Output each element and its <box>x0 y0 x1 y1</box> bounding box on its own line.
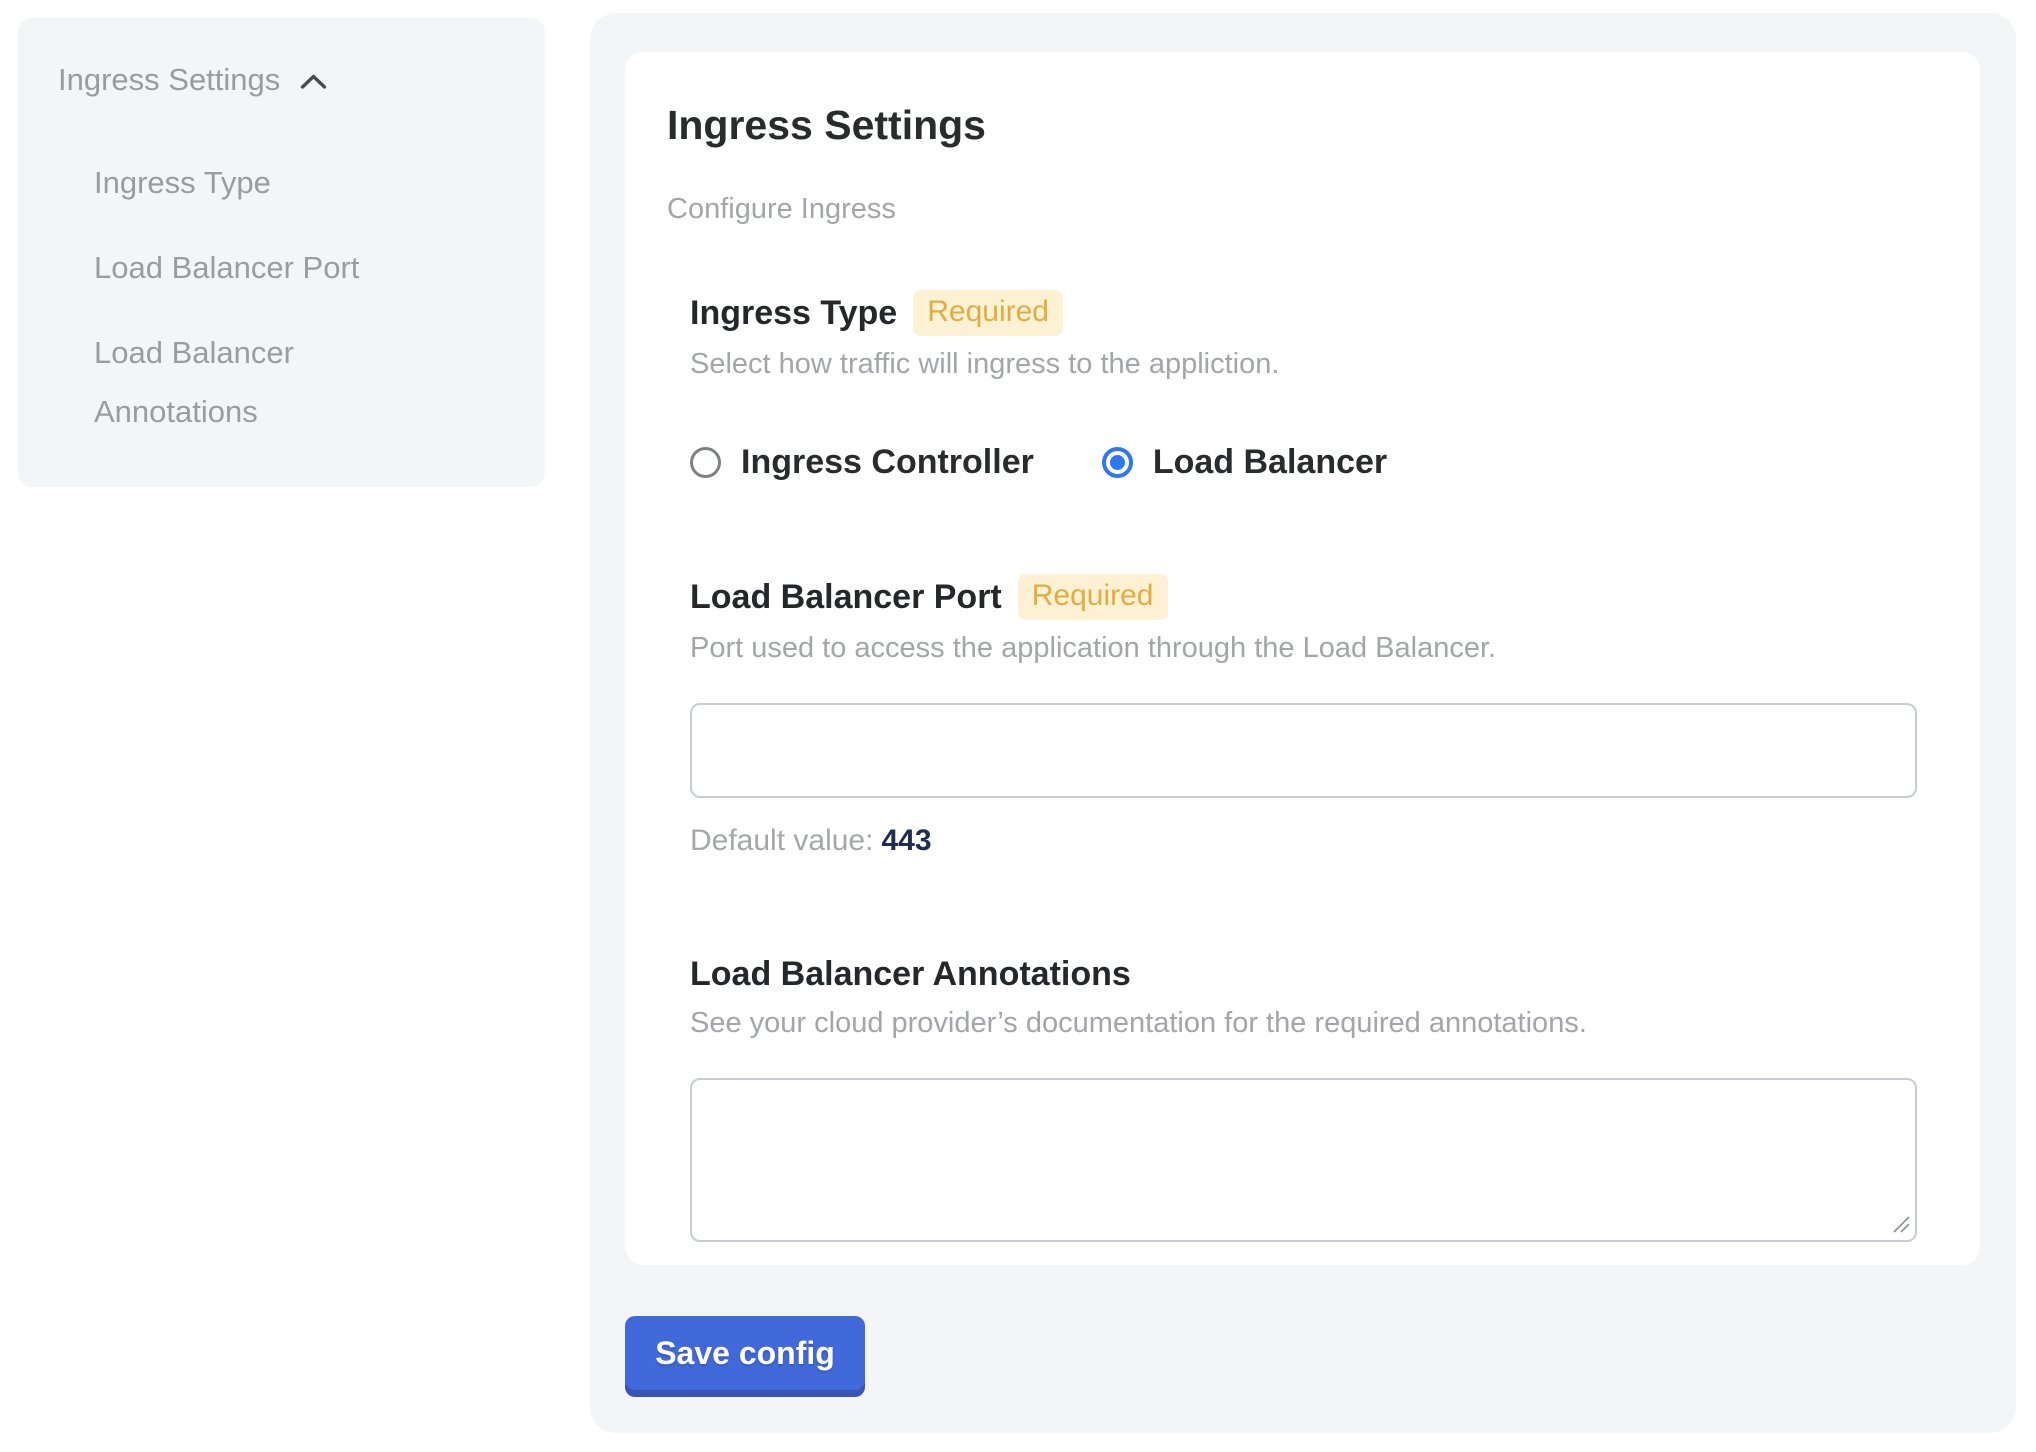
chevron-up-icon[interactable] <box>300 74 327 90</box>
load-balancer-annotations-textarea[interactable] <box>690 1078 1917 1242</box>
annotations-textarea-wrap <box>690 1078 1917 1242</box>
sidebar-item-load-balancer-annotations[interactable]: Load Balancer Annotations <box>94 323 434 441</box>
load-balancer-annotations-label: Load Balancer Annotations <box>690 954 1131 995</box>
sidebar-item-load-balancer-port[interactable]: Load Balancer Port <box>94 238 434 297</box>
section-load-balancer-port: Load Balancer Port Required Port used to… <box>690 574 1917 858</box>
default-value: 443 <box>881 824 931 857</box>
radio-unselected-icon[interactable] <box>690 447 721 478</box>
save-config-button[interactable]: Save config <box>625 1316 865 1390</box>
field-label-row: Load Balancer Port Required <box>690 574 1917 620</box>
sidebar-section-ingress-settings[interactable]: Ingress Settings <box>58 58 505 102</box>
resize-handle-icon[interactable] <box>1892 1215 1910 1233</box>
default-value-label: Default value: <box>690 824 873 857</box>
default-value-line: Default value:443 <box>690 824 1917 858</box>
radio-load-balancer[interactable]: Load Balancer <box>1102 443 1387 482</box>
ingress-type-description: Select how traffic will ingress to the a… <box>690 348 1917 381</box>
radio-selected-icon[interactable] <box>1102 447 1133 478</box>
ingress-type-label: Ingress Type <box>690 293 897 334</box>
field-label-row: Load Balancer Annotations <box>690 954 1917 995</box>
section-ingress-type: Ingress Type Required Select how traffic… <box>690 290 1917 482</box>
load-balancer-port-input[interactable] <box>690 703 1917 798</box>
settings-nav-sidebar: Ingress Settings Ingress Type Load Balan… <box>18 18 545 487</box>
sidebar-list: Ingress Type Load Balancer Port Load Bal… <box>58 153 505 441</box>
field-label-row: Ingress Type Required <box>690 290 1917 336</box>
radio-ingress-controller[interactable]: Ingress Controller <box>690 443 1034 482</box>
load-balancer-port-description: Port used to access the application thro… <box>690 632 1917 665</box>
ingress-type-radio-group: Ingress Controller Load Balancer <box>690 443 1917 482</box>
load-balancer-port-label: Load Balancer Port <box>690 577 1002 618</box>
page-subtitle: Configure Ingress <box>667 193 1917 226</box>
sidebar-section-label: Ingress Settings <box>58 58 280 102</box>
section-load-balancer-annotations: Load Balancer Annotations See your cloud… <box>690 954 1917 1242</box>
radio-label: Ingress Controller <box>741 443 1034 482</box>
ingress-settings-card: Ingress Settings Configure Ingress Ingre… <box>625 52 1980 1265</box>
required-badge: Required <box>913 290 1063 336</box>
radio-label: Load Balancer <box>1153 443 1387 482</box>
settings-panel: Ingress Settings Configure Ingress Ingre… <box>590 13 2016 1433</box>
form-sections: Ingress Type Required Select how traffic… <box>667 290 1917 1242</box>
page-title: Ingress Settings <box>667 102 1917 149</box>
required-badge: Required <box>1018 574 1168 620</box>
sidebar-item-ingress-type[interactable]: Ingress Type <box>94 153 434 212</box>
load-balancer-annotations-description: See your cloud provider’s documentation … <box>690 1007 1917 1040</box>
